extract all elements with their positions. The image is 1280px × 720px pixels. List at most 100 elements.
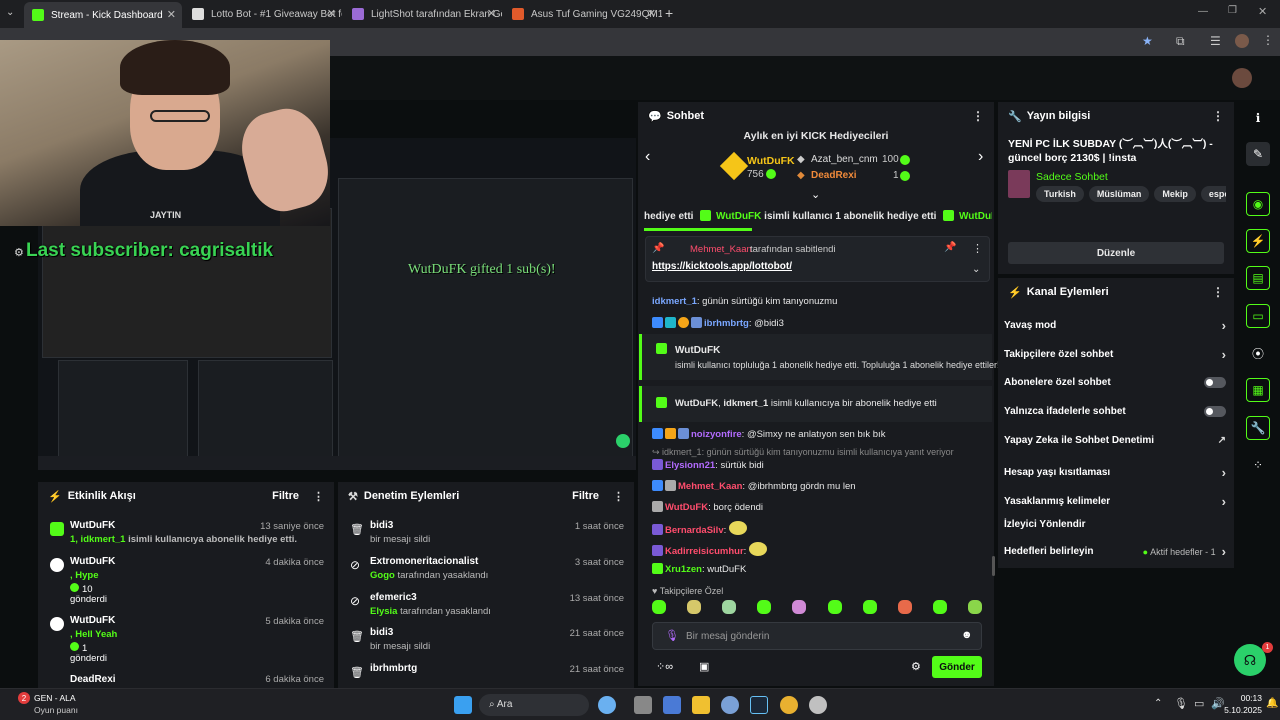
- top-gifter-1-name[interactable]: WutDuFK: [747, 155, 795, 167]
- tag[interactable]: Müslüman: [1088, 186, 1150, 202]
- stream-category[interactable]: Sadece Sohbet: [1036, 171, 1108, 183]
- window-close-icon[interactable]: ✕: [1258, 5, 1267, 18]
- tab-kick-dashboard[interactable]: Stream - Kick Dashboard ✕: [24, 2, 182, 28]
- chat-settings-gear-icon[interactable]: ⚙: [911, 660, 921, 673]
- chat-user[interactable]: Kadirreisicumhur: [665, 546, 744, 557]
- emotes-only-toggle[interactable]: [1204, 406, 1226, 417]
- windows-start-icon[interactable]: [454, 696, 472, 714]
- emote-icon[interactable]: [722, 600, 737, 614]
- broadcast-icon[interactable]: ⦿: [1246, 341, 1270, 365]
- edit-stream-button[interactable]: Düzenle: [1008, 242, 1224, 264]
- expand-icon[interactable]: ⌄: [972, 264, 980, 275]
- new-tab-icon[interactable]: +: [665, 5, 673, 21]
- more-options-icon[interactable]: ⋮: [313, 490, 324, 503]
- chrome-icon[interactable]: [780, 696, 798, 714]
- moderator-name[interactable]: Gogo: [370, 570, 395, 581]
- chat-user[interactable]: Mehmet_Kaan: [678, 481, 742, 492]
- emote-icon[interactable]: [757, 600, 772, 614]
- chat-user[interactable]: idkmert_1: [652, 296, 697, 307]
- more-options-icon[interactable]: ⋮: [972, 242, 983, 255]
- info-icon[interactable]: ℹ: [1246, 106, 1270, 130]
- raid-setting[interactable]: İzleyici Yönlendir: [1004, 519, 1226, 530]
- channel-points-icon[interactable]: ⁘∞: [656, 660, 673, 673]
- emote-icon[interactable]: [932, 600, 947, 614]
- close-tab-icon[interactable]: ✕: [167, 8, 176, 21]
- profile-avatar[interactable]: [1235, 34, 1249, 48]
- app-icon[interactable]: [721, 696, 739, 714]
- lightning-icon[interactable]: ⚡: [1246, 229, 1270, 253]
- document-icon[interactable]: ▤: [1246, 266, 1270, 290]
- emoji-icon[interactable]: ☻: [961, 629, 973, 641]
- prev-arrow-icon[interactable]: ‹: [645, 148, 650, 166]
- chat-user[interactable]: noizyonfire: [691, 429, 742, 440]
- more-options-icon[interactable]: ⋮: [972, 109, 984, 123]
- app-icon[interactable]: [598, 696, 616, 714]
- browser-menu-icon[interactable]: ⋮: [1262, 33, 1274, 47]
- steam-icon[interactable]: [750, 696, 768, 714]
- more-options-icon[interactable]: ⋮: [1212, 285, 1224, 299]
- more-options-icon[interactable]: ⋮: [613, 490, 624, 503]
- tag[interactable]: Mekip: [1154, 186, 1196, 202]
- chat-user[interactable]: ibrhmbrtg: [704, 318, 749, 329]
- subscribers-only-toggle[interactable]: [1204, 377, 1226, 388]
- chat-user[interactable]: WutDuFK: [665, 502, 708, 513]
- camera-icon[interactable]: ◉: [1246, 192, 1270, 216]
- maximize-icon[interactable]: ❐: [1228, 5, 1237, 16]
- emote-icon[interactable]: [827, 600, 842, 614]
- chat-user[interactable]: Elysionn21: [665, 460, 715, 471]
- apps-icon[interactable]: ⁘: [1246, 453, 1270, 477]
- more-options-icon[interactable]: ⋮: [1212, 109, 1224, 123]
- wrench-icon[interactable]: 🔧: [1246, 416, 1270, 440]
- event-user[interactable]: WutDuFK: [70, 520, 115, 531]
- minimize-icon[interactable]: —: [1198, 6, 1208, 17]
- tray-chevron-icon[interactable]: ⌃: [1154, 698, 1162, 709]
- emote-icon[interactable]: [967, 600, 982, 614]
- gifter-name[interactable]: WutDuFK: [675, 398, 718, 409]
- emote-icon[interactable]: [792, 600, 807, 614]
- bookmark-star-icon[interactable]: ★: [1142, 34, 1153, 48]
- gifter-name[interactable]: WutDuFK: [675, 345, 720, 356]
- moderation-user[interactable]: bidi3: [370, 520, 393, 531]
- collapse-icon[interactable]: ⌄: [811, 188, 820, 201]
- obs-icon[interactable]: [809, 696, 827, 714]
- emote-icon[interactable]: [862, 600, 877, 614]
- banned-words-setting[interactable]: Yasaklanmış kelimeler ›: [1004, 494, 1226, 509]
- network-icon[interactable]: ▭: [1194, 697, 1204, 710]
- edit-pencil-icon[interactable]: ✎: [1246, 142, 1270, 166]
- moderation-user[interactable]: bidi3: [370, 627, 393, 638]
- tab-asus-monitor[interactable]: Asus Tuf Gaming VG249QM1A ✕: [504, 4, 662, 24]
- pinned-link[interactable]: https://kicktools.app/lottobot/: [652, 261, 792, 272]
- moderation-filter-button[interactable]: Filtre: [572, 490, 599, 502]
- tab-lightshot[interactable]: LightShot tarafından Ekran Gö ✕: [344, 4, 502, 24]
- slow-mode-setting[interactable]: Yavaş mod ›: [1004, 318, 1226, 333]
- emote-icon[interactable]: [652, 600, 666, 614]
- taskbar-search[interactable]: ⌕ Ara: [479, 694, 589, 716]
- layout-icon[interactable]: ▦: [1246, 378, 1270, 402]
- chat-user[interactable]: BernardaSilv: [665, 525, 724, 536]
- close-tab-icon[interactable]: ✕: [647, 7, 656, 20]
- event-user[interactable]: WutDuFK: [70, 556, 115, 567]
- moderation-user[interactable]: ibrhmbrtg: [370, 663, 417, 674]
- tag[interactable]: Turkish: [1036, 186, 1084, 202]
- store-icon[interactable]: ▣: [699, 660, 709, 673]
- microphone-icon[interactable]: 🎙: [1174, 697, 1188, 710]
- moderation-user[interactable]: efemeric3: [370, 592, 417, 603]
- clock-date[interactable]: 5.10.2025: [1214, 705, 1262, 715]
- top-gifter-2-name[interactable]: Azat_ben_cnm: [811, 154, 878, 165]
- pinned-by-user[interactable]: Mehmet_Kaan: [690, 244, 752, 255]
- chat-icon[interactable]: ▭: [1246, 304, 1270, 328]
- account-age-setting[interactable]: Hesap yaşı kısıtlaması ›: [1004, 465, 1226, 480]
- notification-bell-icon[interactable]: 🔔: [1266, 698, 1278, 709]
- clock-time[interactable]: 00:13: [1222, 693, 1262, 703]
- calculator-icon[interactable]: [663, 696, 681, 714]
- ai-moderation-setting[interactable]: Yapay Zeka ile Sohbet Denetimi ↗: [1004, 435, 1226, 446]
- next-arrow-icon[interactable]: ›: [978, 148, 983, 166]
- tab-lotto-bot[interactable]: Lotto Bot - #1 Giveaway Bot fo ✕: [184, 4, 342, 24]
- top-gifter-3-name[interactable]: DeadRexi: [811, 170, 857, 181]
- widget-title[interactable]: GEN - ALA: [34, 693, 76, 703]
- chat-input[interactable]: 🎙 Bir mesaj gönderin ☻: [652, 622, 982, 650]
- file-explorer-icon[interactable]: [692, 696, 710, 714]
- tab-list-chevron-icon[interactable]: ⌄: [6, 7, 14, 18]
- tag[interactable]: espor: [1200, 186, 1226, 202]
- recipient-name[interactable]: idkmert_1: [723, 398, 768, 409]
